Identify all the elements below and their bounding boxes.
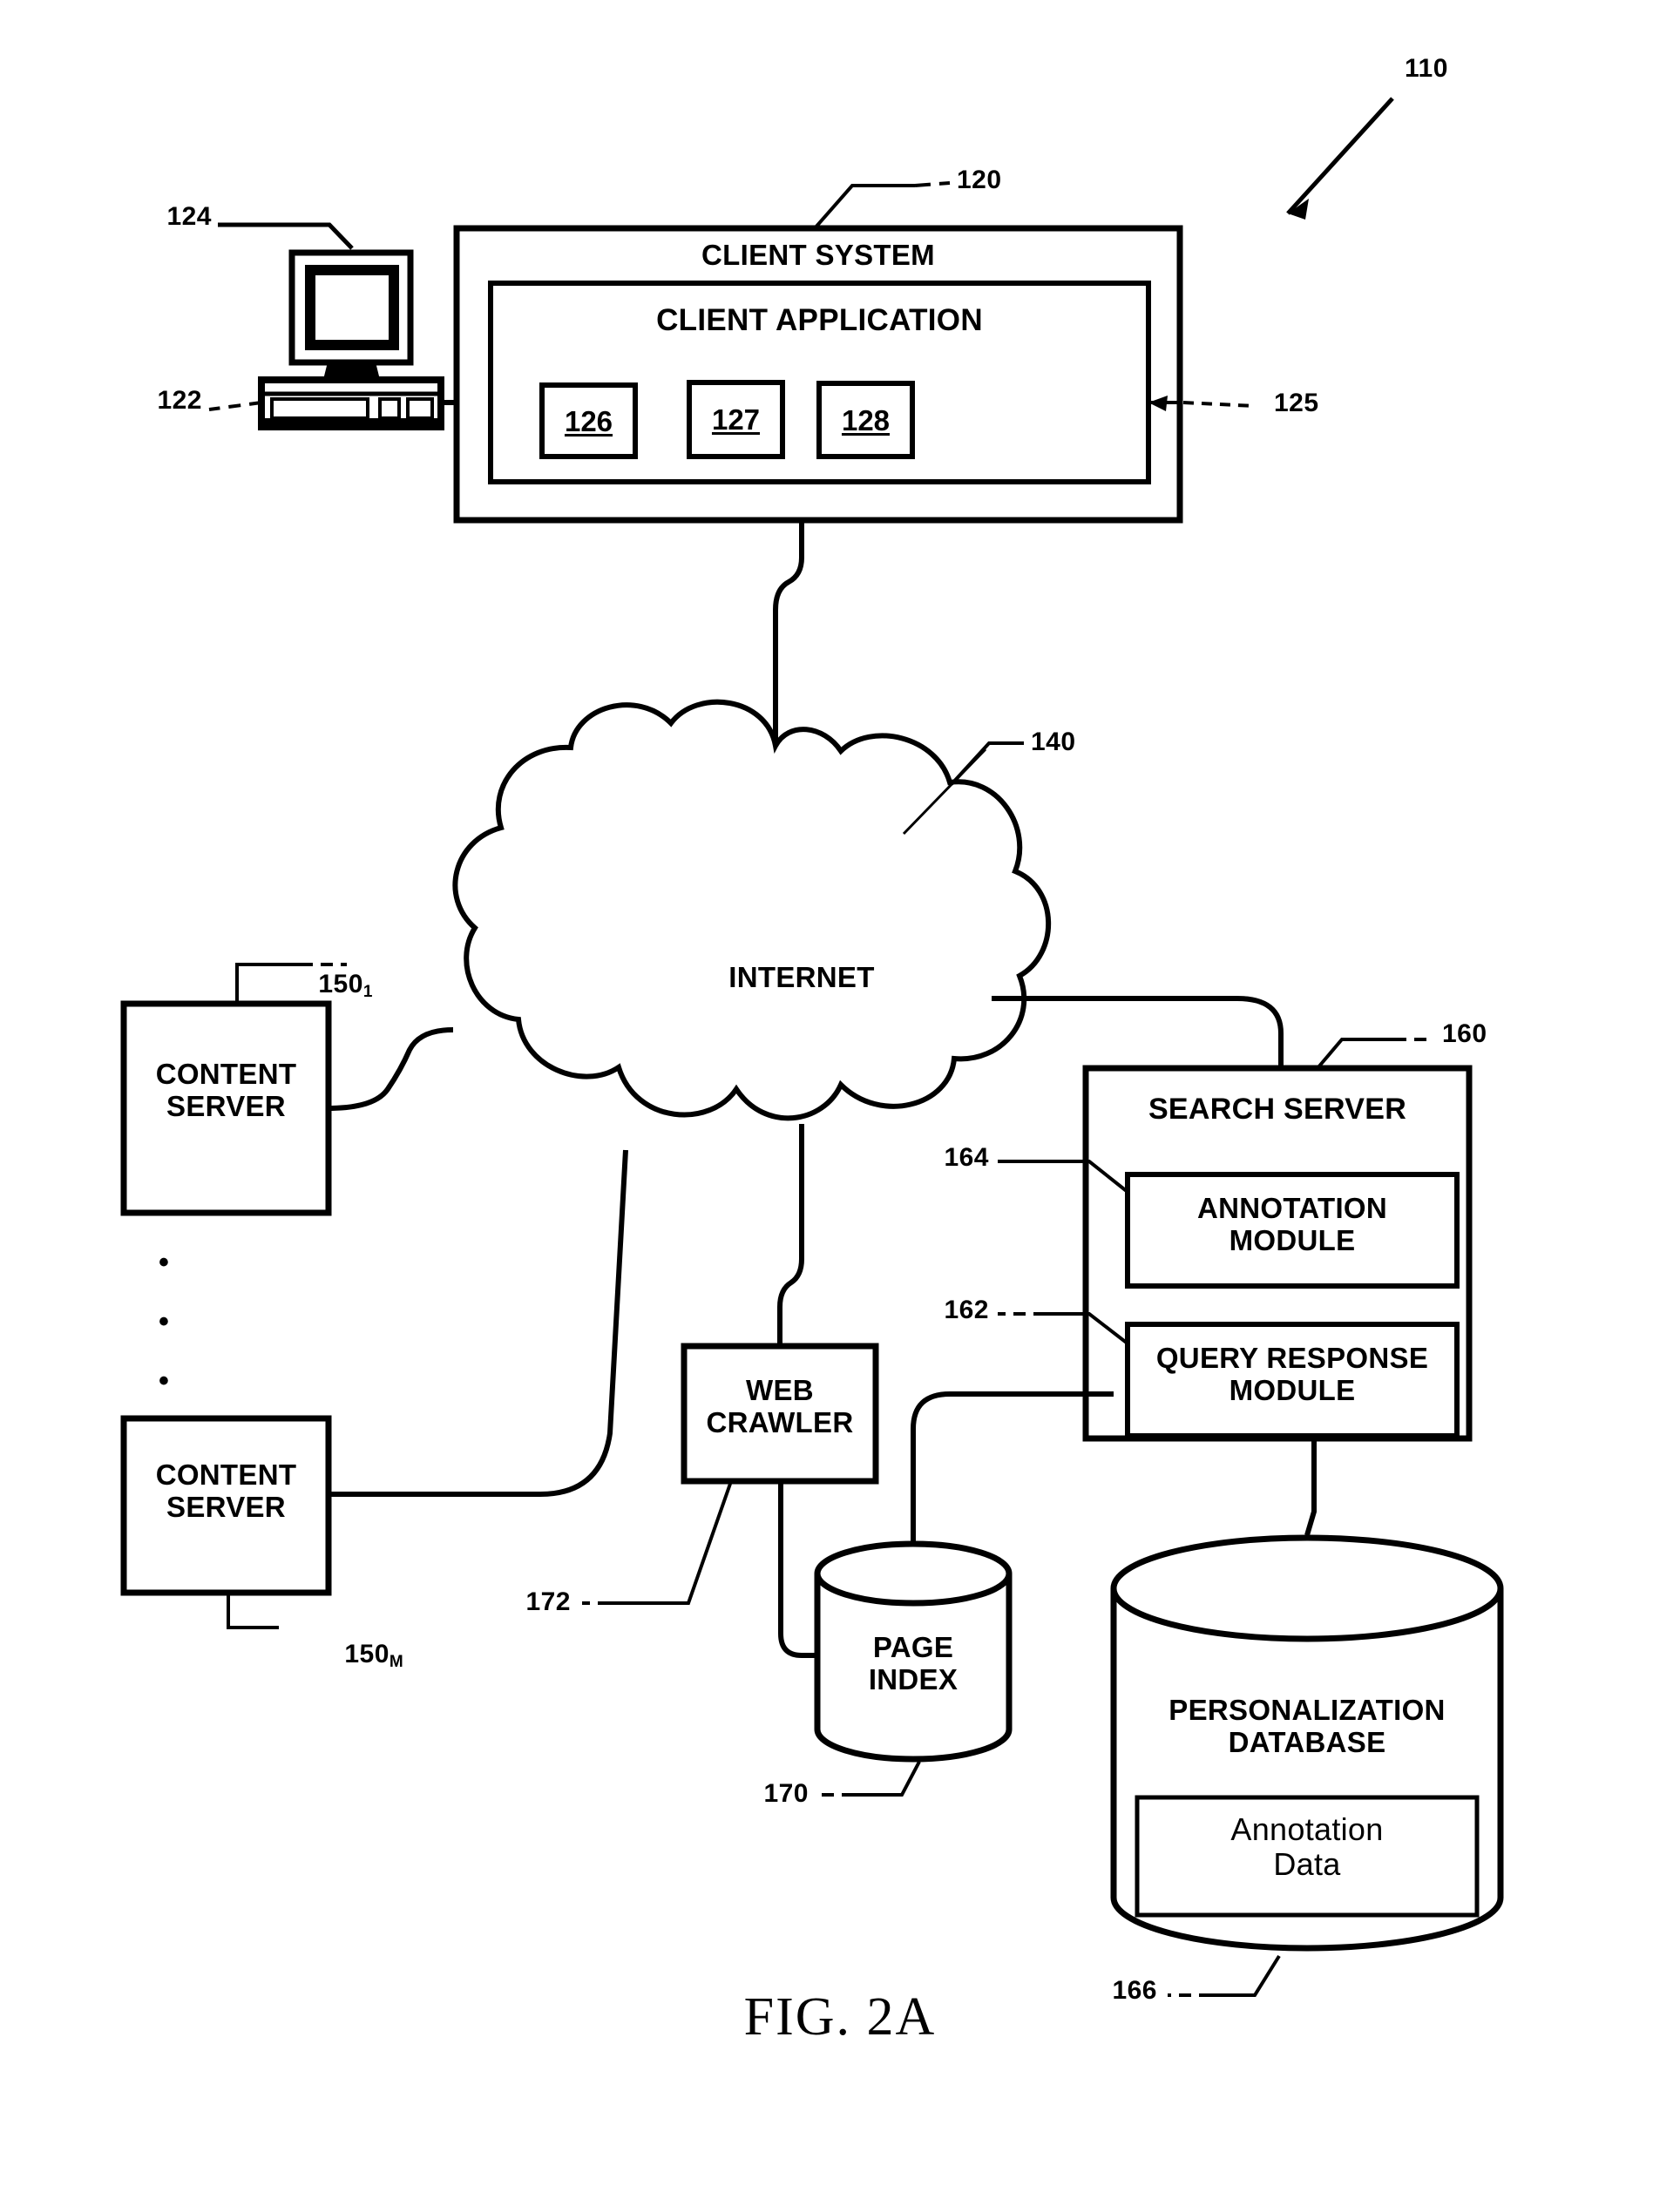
link-internet-to-searchserver [992,996,1284,1068]
content-server-m-label: CONTENT SERVER [124,1458,329,1524]
page-index-line1: PAGE [872,1631,954,1663]
leader-124 [218,222,354,250]
annotation-module-line1: ANNOTATION [1196,1192,1388,1224]
ref-150-m: 150M [314,1610,403,1699]
figure-caption: FIG. 2A [743,1987,937,2047]
client-module-label-1: 126 [564,405,613,437]
search-server-title: SEARCH SERVER [1148,1093,1407,1126]
page-index-line2: INDEX [868,1662,959,1695]
content-server-m-line1: CONTENT [155,1458,297,1491]
ref-140: 140 [1031,728,1076,756]
leader-164 [998,1160,1129,1194]
server-ellipsis: • • • [159,1246,169,1398]
web-crawler-line2: CRAWLER [706,1405,854,1438]
annotation-module-label: ANNOTATION MODULE [1128,1192,1457,1257]
leader-160 [1316,1038,1433,1070]
query-response-module-line2: MODULE [1229,1373,1356,1406]
client-module-label-2: 127 [711,403,761,436]
content-server-1-line1: CONTENT [155,1058,297,1090]
link-content1-to-internet [328,1027,454,1111]
query-response-module-label: QUERY RESPONSE MODULE [1128,1342,1457,1407]
link-client-to-internet [773,520,804,745]
ref-172: 172 [525,1587,571,1616]
annotation-data-line1: Annotation [1230,1811,1384,1847]
annotation-module-line2: MODULE [1229,1223,1356,1256]
leader-140 [902,741,1024,836]
content-server-1-line2: SERVER [166,1089,286,1122]
ref-164: 164 [944,1143,989,1172]
personalization-database-line2: DATABASE [1228,1725,1386,1758]
leader-150-m [227,1593,279,1629]
query-response-module-line1: QUERY RESPONSE [1155,1342,1429,1374]
desktop-computer-icon [258,249,457,430]
system-ref-arrow-110 [1286,97,1394,220]
page-index-label: PAGE INDEX [817,1631,1009,1696]
leader-170 [819,1761,921,1797]
link-webcrawler-to-internet [777,1124,804,1346]
ref-125: 125 [1274,389,1319,417]
ref-110: 110 [1405,54,1448,83]
annotation-data-line2: Data [1273,1846,1341,1883]
link-searchserver-to-personalizationdb [1304,1438,1317,1536]
client-application-title: CLIENT APPLICATION [656,303,983,337]
web-crawler-label: WEB CRAWLER [684,1374,876,1439]
ref-120: 120 [957,166,1002,194]
internet-label: INTERNET [728,961,875,993]
link-contentm-to-internet [329,1149,628,1497]
ref-160: 160 [1442,1019,1487,1048]
leader-172 [582,1483,732,1605]
annotation-data-label: Annotation Data [1137,1811,1477,1883]
client-system-box [453,225,1183,524]
leader-122 [208,401,262,411]
leader-120 [813,181,951,230]
ref-150-1-subscript: 1 [362,983,373,1001]
internet-cloud [452,699,1052,1121]
leader-125 [1148,396,1256,411]
client-module-label-3: 128 [841,404,891,437]
content-server-1-label: CONTENT SERVER [124,1058,329,1123]
ref-150-m-number: 150 [344,1640,390,1668]
ref-150-m-subscript: M [389,1653,404,1671]
ref-162: 162 [944,1296,989,1324]
ref-150-1-number: 150 [318,970,363,998]
web-crawler-line1: WEB [746,1374,814,1406]
patent-figure-2a: 110 120 124 122 CLIENT SYSTEM CLIENT APP… [0,0,1680,2186]
personalization-database-label: PERSONALIZATION DATABASE [1114,1694,1500,1759]
ref-122: 122 [157,386,202,415]
leader-162 [998,1312,1129,1345]
link-webcrawler-to-pageindex [778,1481,819,1658]
ref-170: 170 [763,1779,809,1808]
ref-150-1: 1501 [288,940,373,1029]
personalization-database-line1: PERSONALIZATION [1169,1694,1446,1726]
ref-124: 124 [166,202,212,231]
content-server-m-line2: SERVER [166,1490,286,1523]
client-system-title: CLIENT SYSTEM [701,239,935,271]
